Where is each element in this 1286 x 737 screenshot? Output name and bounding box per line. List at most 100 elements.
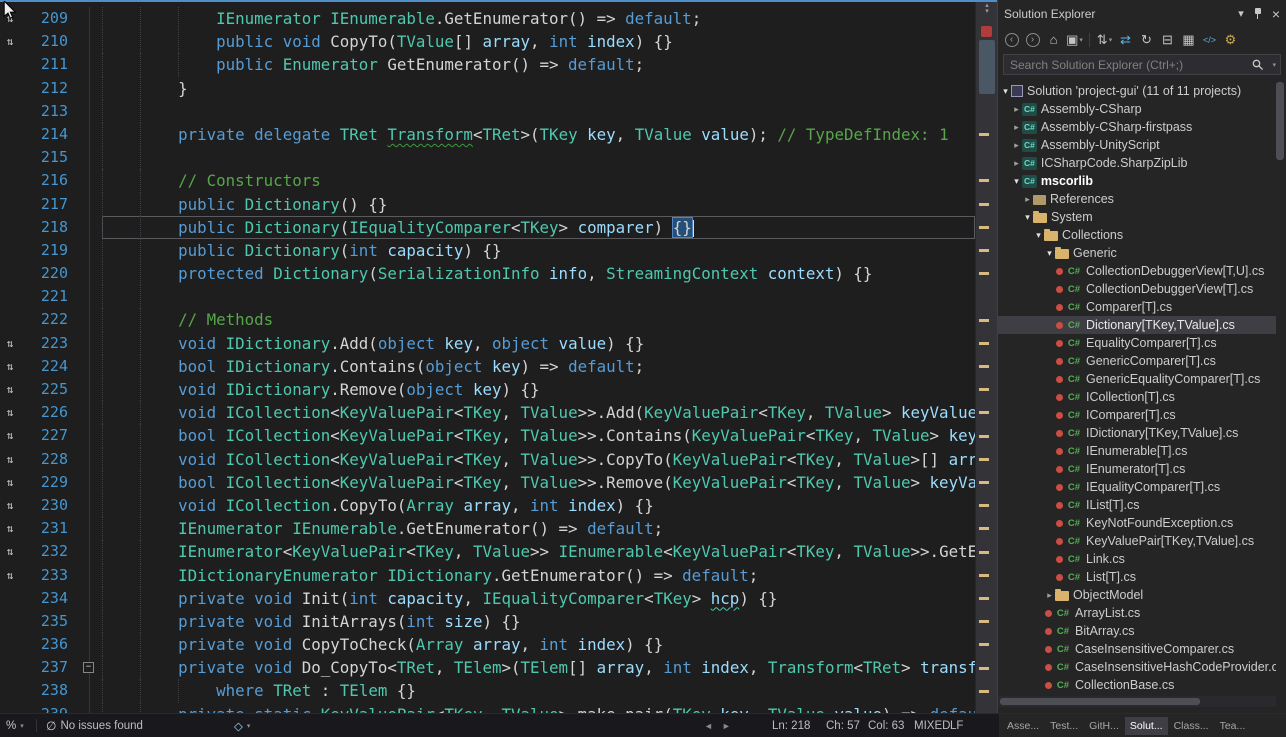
- tab-Solut[interactable]: Solut...: [1125, 717, 1168, 735]
- window-position-icon[interactable]: ▾: [1238, 7, 1244, 20]
- tree-item[interactable]: C#ArrayList.cs: [998, 604, 1276, 622]
- column-indicator[interactable]: Col: 63: [868, 714, 904, 737]
- editor-scrollbar[interactable]: ▴▾: [975, 0, 997, 713]
- line-number[interactable]: 212: [20, 77, 76, 100]
- code-text[interactable]: IDictionaryEnumerator IDictionary.GetEnu…: [102, 564, 975, 587]
- navigate-next-icon[interactable]: ►: [722, 721, 731, 731]
- line-number[interactable]: 222: [20, 308, 76, 331]
- sync-with-active-document-icon[interactable]: ⇄: [1116, 31, 1135, 49]
- refresh-icon[interactable]: ↻: [1137, 31, 1156, 49]
- status-extension-button[interactable]: ◇ ▾: [234, 714, 250, 737]
- search-icon[interactable]: [1252, 59, 1264, 71]
- home-icon[interactable]: ⌂: [1044, 31, 1063, 49]
- code-editor[interactable]: ⇅209IEnumerator IEnumerable.GetEnumerato…: [0, 0, 975, 713]
- navigate-prev-icon[interactable]: ◄: [704, 721, 713, 731]
- tab-GitH[interactable]: GitH...: [1084, 717, 1124, 735]
- code-text[interactable]: private void CopyToCheck(Array array, in…: [102, 633, 975, 656]
- tab-Test[interactable]: Test...: [1045, 717, 1083, 735]
- tab-Tea[interactable]: Tea...: [1215, 717, 1251, 735]
- implements-link-icon[interactable]: ⇅: [0, 332, 20, 355]
- code-text[interactable]: IEnumerator<KeyValuePair<TKey, TValue>> …: [102, 540, 975, 563]
- glyph-margin[interactable]: [0, 123, 20, 146]
- line-number[interactable]: 235: [20, 610, 76, 633]
- line-number[interactable]: 220: [20, 262, 76, 285]
- tree-item[interactable]: C#CaseInsensitiveComparer.cs: [998, 640, 1276, 658]
- tree-item[interactable]: C#GenericEqualityComparer[T].cs: [998, 370, 1276, 388]
- glyph-margin[interactable]: [0, 193, 20, 216]
- code-text[interactable]: IEnumerator IEnumerable.GetEnumerator() …: [102, 517, 975, 540]
- collapsed-arrow-icon[interactable]: ▸: [1044, 590, 1055, 601]
- glyph-margin[interactable]: [0, 633, 20, 656]
- code-text[interactable]: [102, 100, 975, 123]
- tree-item[interactable]: C#KeyValuePair[TKey,TValue].cs: [998, 532, 1276, 550]
- tree-item[interactable]: ▸ObjectModel: [998, 586, 1276, 604]
- tree-item[interactable]: ▾Generic: [998, 244, 1276, 262]
- code-text[interactable]: bool IDictionary.Contains(object key) =>…: [102, 355, 975, 378]
- code-text[interactable]: [102, 285, 975, 308]
- line-number[interactable]: 226: [20, 401, 76, 424]
- line-number[interactable]: 234: [20, 587, 76, 610]
- line-number[interactable]: 216: [20, 169, 76, 192]
- code-text[interactable]: private void Do_CopyTo<TRet, TElem>(TEle…: [102, 656, 975, 679]
- tree-item[interactable]: ▸C#Assembly-CSharp-firstpass: [998, 118, 1276, 136]
- tree-item[interactable]: C#CaseInsensitiveHashCodeProvider.cs: [998, 658, 1276, 676]
- code-text[interactable]: void ICollection.CopyTo(Array array, int…: [102, 494, 975, 517]
- view-code-icon[interactable]: </>: [1200, 31, 1219, 49]
- tree-item[interactable]: C#IList[T].cs: [998, 496, 1276, 514]
- line-number[interactable]: 217: [20, 193, 76, 216]
- zoom-control[interactable]: % ▾: [6, 714, 24, 737]
- expanded-arrow-icon[interactable]: ▾: [1011, 176, 1022, 187]
- code-text[interactable]: bool ICollection<KeyValuePair<TKey, TVal…: [102, 471, 975, 494]
- line-number[interactable]: 214: [20, 123, 76, 146]
- tree-item[interactable]: C#IEnumerable[T].cs: [998, 442, 1276, 460]
- code-text[interactable]: public Dictionary(int capacity) {}: [102, 239, 975, 262]
- search-input[interactable]: [1004, 55, 1280, 74]
- glyph-margin[interactable]: [0, 703, 20, 713]
- implements-link-icon[interactable]: ⇅: [0, 517, 20, 540]
- implements-link-icon[interactable]: ⇅: [0, 30, 20, 53]
- implements-link-icon[interactable]: ⇅: [0, 564, 20, 587]
- tree-item[interactable]: ▾System: [998, 208, 1276, 226]
- tree-item[interactable]: C#EqualityComparer[T].cs: [998, 334, 1276, 352]
- code-text[interactable]: public Enumerator GetEnumerator() => def…: [102, 53, 975, 76]
- tree-item[interactable]: C#List[T].cs: [998, 568, 1276, 586]
- tree-item[interactable]: ▸C#Assembly-UnityScript: [998, 136, 1276, 154]
- character-indicator[interactable]: Ch: 57: [826, 714, 860, 737]
- tree-item[interactable]: C#CollectionBase.cs: [998, 676, 1276, 694]
- glyph-margin[interactable]: [0, 146, 20, 169]
- glyph-margin[interactable]: [0, 169, 20, 192]
- tree-item[interactable]: C#IEnumerator[T].cs: [998, 460, 1276, 478]
- line-number[interactable]: 239: [20, 703, 76, 713]
- line-number[interactable]: 211: [20, 53, 76, 76]
- line-number[interactable]: 218: [20, 216, 76, 239]
- expanded-arrow-icon[interactable]: ▾: [1022, 212, 1033, 223]
- code-text[interactable]: void IDictionary.Add(object key, object …: [102, 332, 975, 355]
- tree-vertical-scrollbar[interactable]: [1276, 82, 1285, 693]
- line-number[interactable]: 237: [20, 656, 76, 679]
- line-number[interactable]: 233: [20, 564, 76, 587]
- collapsed-arrow-icon[interactable]: ▸: [1011, 140, 1022, 151]
- line-indicator[interactable]: Ln: 218: [772, 714, 810, 737]
- code-text[interactable]: public Dictionary(IEqualityComparer<TKey…: [102, 216, 975, 239]
- implements-link-icon[interactable]: ⇅: [0, 540, 20, 563]
- line-number[interactable]: 230: [20, 494, 76, 517]
- line-number[interactable]: 231: [20, 517, 76, 540]
- expanded-arrow-icon[interactable]: ▾: [1033, 230, 1044, 241]
- glyph-margin[interactable]: [0, 610, 20, 633]
- editor-split-handle-icon[interactable]: ▴▾: [976, 3, 998, 15]
- code-text[interactable]: [102, 146, 975, 169]
- collapsed-arrow-icon[interactable]: ▸: [1011, 158, 1022, 169]
- tab-Class[interactable]: Class...: [1169, 717, 1214, 735]
- tree-vscrollbar-thumb[interactable]: [1276, 82, 1284, 160]
- implements-link-icon[interactable]: ⇅: [0, 355, 20, 378]
- tree-item[interactable]: C#CollectionDebuggerView[T].cs: [998, 280, 1276, 298]
- code-text[interactable]: void IDictionary.Remove(object key) {}: [102, 378, 975, 401]
- code-text[interactable]: }: [102, 77, 975, 100]
- line-ending-indicator[interactable]: LF: [950, 714, 963, 737]
- glyph-margin[interactable]: [0, 239, 20, 262]
- code-text[interactable]: where TRet : TElem {}: [102, 679, 975, 702]
- tree-hscrollbar-thumb[interactable]: [1000, 698, 1200, 705]
- implements-link-icon[interactable]: ⇅: [0, 494, 20, 517]
- tree-item[interactable]: C#IComparer[T].cs: [998, 406, 1276, 424]
- fold-collapse-icon[interactable]: −: [83, 662, 94, 673]
